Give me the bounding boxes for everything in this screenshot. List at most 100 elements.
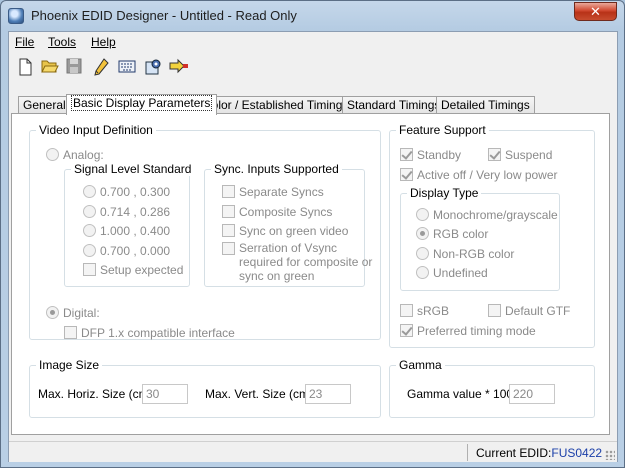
tab-basic-display-parameters-label: Basic Display Parameters: [71, 95, 213, 111]
analog-label: Analog:: [63, 148, 104, 162]
serration-label: Serration of Vsync required for composite…: [239, 241, 372, 283]
image-size-title: Image Size: [36, 358, 103, 372]
feature-support-title: Feature Support: [396, 123, 489, 137]
close-button[interactable]: ✕: [574, 2, 617, 21]
signal-level-radio[interactable]: [83, 224, 96, 237]
display-type-option[interactable]: Non-RGB color: [416, 247, 514, 261]
dfp-box[interactable]: [64, 326, 77, 339]
display-type-radio[interactable]: [416, 266, 429, 279]
signal-level-label: 0.700 , 0.300: [100, 185, 171, 199]
resize-grip-icon[interactable]: [605, 450, 615, 460]
setup-expected-box[interactable]: [83, 263, 96, 276]
video-input-group: Video Input Definition Analog: Signal Le…: [29, 123, 381, 340]
preferred-timing-label: Preferred timing mode: [417, 324, 536, 338]
tab-detailed-timings[interactable]: Detailed Timings: [436, 96, 535, 114]
menu-file-label: File: [15, 35, 35, 49]
gamma-group: Gamma Gamma value * 100: 220: [389, 358, 595, 418]
signal-level-label: 0.700 , 0.000: [100, 244, 171, 258]
basic-display-parameters-panel: Video Input Definition Analog: Signal Le…: [11, 113, 610, 435]
serration-line: required for composite or: [239, 255, 373, 269]
display-type-option[interactable]: Undefined: [416, 266, 488, 280]
srgb-box[interactable]: [400, 304, 413, 317]
preferred-timing-checkbox[interactable]: Preferred timing mode: [400, 324, 536, 338]
video-input-title: Video Input Definition: [36, 123, 156, 137]
keyboard-icon[interactable]: [118, 58, 138, 78]
save-icon[interactable]: [66, 58, 86, 78]
signal-level-option[interactable]: 0.714 , 0.286: [83, 205, 170, 219]
pencil-icon[interactable]: [93, 58, 113, 78]
active-off-checkbox[interactable]: Active off / Very low power: [400, 168, 558, 182]
sync-on-green-label: Sync on green video: [239, 224, 349, 238]
sync-on-green-checkbox[interactable]: Sync on green video: [222, 224, 348, 238]
tab-general[interactable]: General: [18, 96, 71, 114]
gamma-input[interactable]: 220: [509, 384, 555, 404]
default-gtf-box[interactable]: [488, 304, 501, 317]
dfp-checkbox[interactable]: DFP 1.x compatible interface: [64, 326, 235, 340]
tab-basic-display-parameters[interactable]: Basic Display Parameters: [66, 94, 218, 115]
srgb-label: sRGB: [417, 304, 450, 318]
digital-radio[interactable]: Digital:: [46, 306, 100, 320]
sync-inputs-title: Sync. Inputs Supported: [211, 162, 342, 176]
signal-level-radio[interactable]: [83, 185, 96, 198]
serration-box[interactable]: [222, 242, 235, 255]
open-folder-icon[interactable]: [41, 58, 61, 78]
sync-on-green-box[interactable]: [222, 224, 235, 237]
display-type-option[interactable]: Monochrome/grayscale: [416, 208, 558, 222]
horiz-size-input[interactable]: 30: [142, 384, 188, 404]
display-type-label: Undefined: [433, 266, 488, 280]
app-icon[interactable]: [8, 8, 24, 24]
menu-tools-label: Tools: [48, 35, 77, 49]
menu-help[interactable]: Help: [91, 35, 116, 49]
menu-bar: File Tools Help: [9, 32, 617, 52]
window-title: Phoenix EDID Designer - Untitled - Read …: [31, 8, 297, 23]
signal-level-option[interactable]: 0.700 , 0.300: [83, 185, 170, 199]
display-type-radio[interactable]: [416, 208, 429, 221]
preferred-timing-box[interactable]: [400, 324, 413, 337]
analog-radio[interactable]: Analog:: [46, 148, 104, 162]
current-edid-status: Current EDID:FUS0422: [476, 446, 602, 460]
tab-strip: General Basic Display Parameters Color /…: [9, 94, 617, 115]
srgb-checkbox[interactable]: sRGB: [400, 304, 449, 318]
suspend-checkbox[interactable]: Suspend: [488, 148, 552, 162]
signal-level-radio[interactable]: [83, 244, 96, 257]
gamma-label: Gamma value * 100:: [407, 387, 517, 401]
display-type-option[interactable]: RGB color: [416, 227, 488, 241]
signal-level-label: 0.714 , 0.286: [100, 205, 171, 219]
suspend-box[interactable]: [488, 148, 501, 161]
toolbar: [9, 53, 617, 81]
default-gtf-checkbox[interactable]: Default GTF: [488, 304, 570, 318]
separate-syncs-checkbox[interactable]: Separate Syncs: [222, 185, 324, 199]
settings-gear-icon[interactable]: [144, 58, 164, 78]
display-type-label: RGB color: [433, 227, 489, 241]
display-type-radio[interactable]: [416, 227, 429, 240]
tab-standard-timings[interactable]: Standard Timings: [342, 96, 446, 114]
setup-expected-label: Setup expected: [100, 263, 184, 277]
setup-expected-checkbox[interactable]: Setup expected: [83, 263, 183, 277]
application-window: Phoenix EDID Designer - Untitled - Read …: [0, 0, 625, 468]
arrow-export-icon[interactable]: [169, 58, 189, 78]
signal-level-radio[interactable]: [83, 205, 96, 218]
display-type-radio[interactable]: [416, 247, 429, 260]
gamma-title: Gamma: [396, 358, 445, 372]
vert-size-input[interactable]: 23: [305, 384, 351, 404]
serration-checkbox[interactable]: Serration of Vsync required for composite…: [222, 241, 372, 283]
image-size-group: Image Size Max. Horiz. Size (cm): 30 Max…: [29, 358, 381, 418]
title-bar[interactable]: Phoenix EDID Designer - Untitled - Read …: [1, 1, 624, 31]
separate-syncs-box[interactable]: [222, 185, 235, 198]
new-icon[interactable]: [17, 58, 37, 78]
signal-level-title: Signal Level Standard: [71, 162, 195, 176]
digital-radio-indicator[interactable]: [46, 306, 59, 319]
active-off-box[interactable]: [400, 168, 413, 181]
standby-checkbox[interactable]: Standby: [400, 148, 461, 162]
analog-radio-indicator[interactable]: [46, 148, 59, 161]
menu-file[interactable]: File: [15, 35, 34, 49]
signal-level-option[interactable]: 1.000 , 0.400: [83, 224, 170, 238]
serration-line: Serration of Vsync: [239, 241, 338, 255]
signal-level-option[interactable]: 0.700 , 0.000: [83, 244, 170, 258]
menu-tools[interactable]: Tools: [48, 35, 76, 49]
standby-box[interactable]: [400, 148, 413, 161]
serration-line: sync on green: [239, 269, 315, 283]
composite-syncs-box[interactable]: [222, 205, 235, 218]
tab-color-established-timings[interactable]: Color / Established Timings: [198, 96, 354, 114]
composite-syncs-checkbox[interactable]: Composite Syncs: [222, 205, 332, 219]
